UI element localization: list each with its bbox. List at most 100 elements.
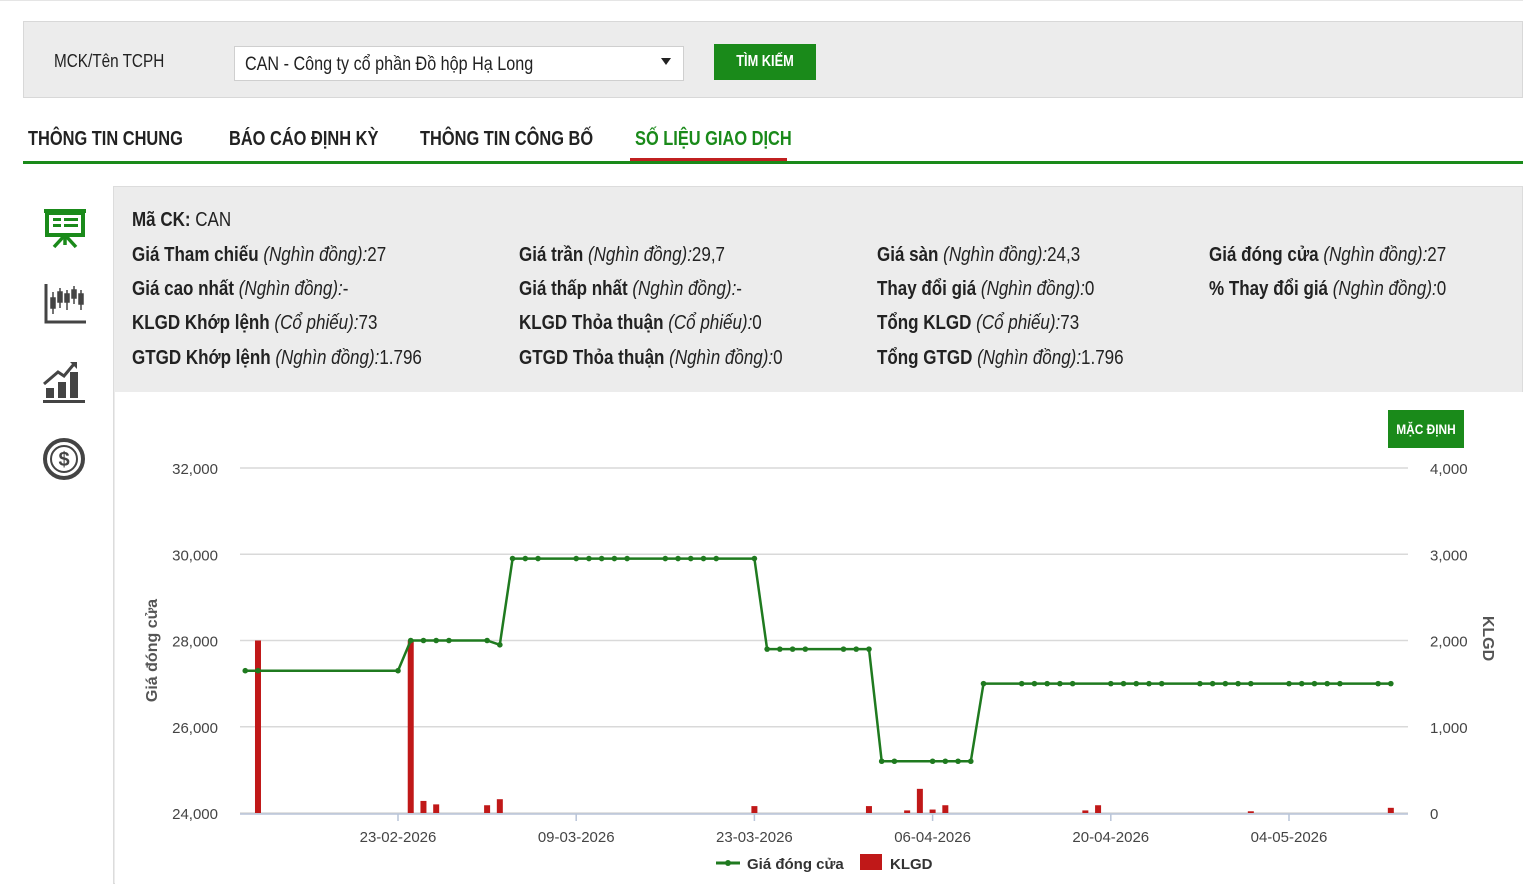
volume-bar — [1082, 810, 1089, 813]
price-point — [535, 555, 541, 562]
volume-bar — [751, 806, 758, 813]
x-tick-label: 23-02-2026 — [360, 829, 437, 846]
y2-tick-label: 2,000 — [1430, 634, 1468, 651]
y-tick-label: 26,000 — [172, 720, 218, 737]
info-field-label: KLGD Thỏa thuận — [519, 312, 664, 334]
info-field-label: GTGD Thỏa thuận — [519, 347, 665, 369]
price-point — [1286, 680, 1292, 687]
info-field-label: Giá Tham chiếu — [132, 244, 259, 266]
y-tick-label: 24,000 — [172, 806, 218, 823]
price-point — [1108, 680, 1114, 687]
y-tick-label: 32,000 — [172, 461, 218, 478]
search-button[interactable]: TÌM KIẾM — [714, 44, 816, 80]
price-point — [789, 646, 796, 652]
price-point — [446, 637, 452, 644]
price-point — [802, 646, 809, 652]
info-field: Giá trần (Nghìn đồng):29,7 — [519, 244, 725, 267]
price-point — [764, 646, 770, 652]
presentation-board-icon[interactable] — [40, 203, 90, 253]
info-field-label: KLGD Khớp lệnh — [132, 312, 270, 334]
price-point — [980, 680, 987, 687]
info-field-unit: (Nghìn đồng): — [1332, 278, 1437, 300]
volume-bar — [865, 806, 872, 813]
price-point — [878, 758, 885, 765]
y-tick-label: 28,000 — [172, 634, 218, 651]
volume-bar — [1387, 807, 1394, 813]
x-tick-label: 09-03-2026 — [538, 829, 615, 846]
price-point — [1235, 680, 1241, 687]
price-point — [675, 555, 681, 562]
info-field-unit: (Cổ phiếu): — [274, 312, 359, 334]
price-point — [484, 637, 490, 644]
chart-area: 24,000 26,000 28,000 30,000 32,000 0 1,000 2,00… — [115, 392, 1523, 884]
y-tick-label: 30,000 — [172, 547, 218, 564]
price-point — [687, 555, 694, 562]
price-point — [662, 555, 669, 562]
info-field: Giá Tham chiếu (Nghìn đồng):27 — [132, 244, 386, 267]
x-tick-label: 20-04-2026 — [1072, 829, 1149, 846]
info-field-label: % Thay đổi giá — [1209, 278, 1329, 300]
info-field-unit: (Nghìn đồng): — [263, 244, 368, 266]
bar-growth-chart-icon[interactable] — [40, 358, 90, 408]
price-point — [955, 758, 961, 765]
info-field: Thay đổi giá (Nghìn đồng):0 — [877, 278, 1094, 301]
info-field: Giá sàn (Nghìn đồng):24,3 — [877, 244, 1080, 267]
price-point — [1222, 680, 1229, 687]
info-field-label: Giá đóng cửa — [1209, 244, 1319, 266]
price-point — [1133, 680, 1140, 687]
info-field-unit: (Nghìn đồng): — [275, 347, 380, 369]
tab-disclosures[interactable]: THÔNG TIN CÔNG BỐ — [420, 128, 593, 151]
info-field-value: 0 — [773, 347, 783, 369]
price-point — [1388, 680, 1394, 687]
active-tab-indicator — [630, 158, 787, 161]
price-point — [420, 637, 427, 644]
x-tick-label: 06-04-2026 — [894, 829, 971, 846]
tab-trading-data[interactable]: SỐ LIỆU GIAO DỊCH — [635, 128, 792, 151]
price-point — [1044, 680, 1050, 687]
dollar-coin-icon[interactable]: $ — [40, 435, 90, 485]
default-view-button[interactable]: MẶC ĐỊNH — [1388, 410, 1464, 448]
volume-bar — [904, 810, 911, 813]
price-point — [395, 667, 401, 674]
info-field-label: Giá trần — [519, 244, 584, 266]
volume-bar — [407, 640, 414, 813]
volume-bar — [1095, 805, 1102, 813]
info-field-value: 27 — [1427, 244, 1447, 266]
volume-bar — [496, 799, 503, 813]
info-field-value: 1.796 — [379, 347, 422, 369]
price-point — [853, 646, 860, 652]
volume-bar — [916, 788, 923, 813]
search-label: MCK/Tên TCPH — [54, 51, 165, 71]
price-point — [1069, 680, 1076, 687]
info-field-unit: (Nghìn đồng): — [1323, 244, 1428, 266]
y-axis-title: Giá đóng cửa — [144, 599, 161, 702]
info-field: GTGD Thỏa thuận (Nghìn đồng):0 — [519, 347, 783, 370]
info-field-value: 27 — [367, 244, 387, 266]
price-point — [1311, 680, 1318, 687]
info-field-unit: (Cổ phiếu): — [668, 312, 753, 334]
volume-bar — [1247, 811, 1254, 813]
price-point — [242, 667, 249, 674]
price-point — [1324, 680, 1330, 687]
x-tick-label: 23-03-2026 — [716, 829, 793, 846]
candlestick-chart-icon[interactable] — [40, 280, 90, 330]
price-point — [522, 555, 529, 562]
price-point — [598, 555, 605, 562]
y2-axis-title: KLGD — [1479, 616, 1496, 661]
main-tabs: THÔNG TIN CHUNG BÁO CÁO ĐỊNH KỲ THÔNG TI… — [23, 118, 1523, 164]
info-field: GTGD Khớp lệnh (Nghìn đồng):1.796 — [132, 347, 422, 370]
price-point — [1197, 680, 1203, 687]
price-point — [586, 555, 592, 562]
price-point — [509, 555, 516, 562]
info-field-label: Giá thấp nhất — [519, 278, 628, 300]
info-field-value: 0 — [1436, 278, 1447, 300]
price-point — [611, 555, 618, 562]
tab-general-info[interactable]: THÔNG TIN CHUNG — [28, 128, 183, 151]
legend-price-label: Giá đóng cửa — [747, 856, 844, 873]
info-field: Giá thấp nhất (Nghìn đồng):- — [519, 278, 742, 301]
info-field-label: Tổng GTGD — [877, 347, 973, 369]
tab-periodic-reports[interactable]: BÁO CÁO ĐỊNH KỲ — [229, 128, 378, 151]
price-point — [866, 646, 872, 652]
company-select[interactable]: CAN - Công ty cổ phần Đồ hộp Hạ Long — [234, 46, 684, 81]
price-point — [255, 667, 261, 674]
